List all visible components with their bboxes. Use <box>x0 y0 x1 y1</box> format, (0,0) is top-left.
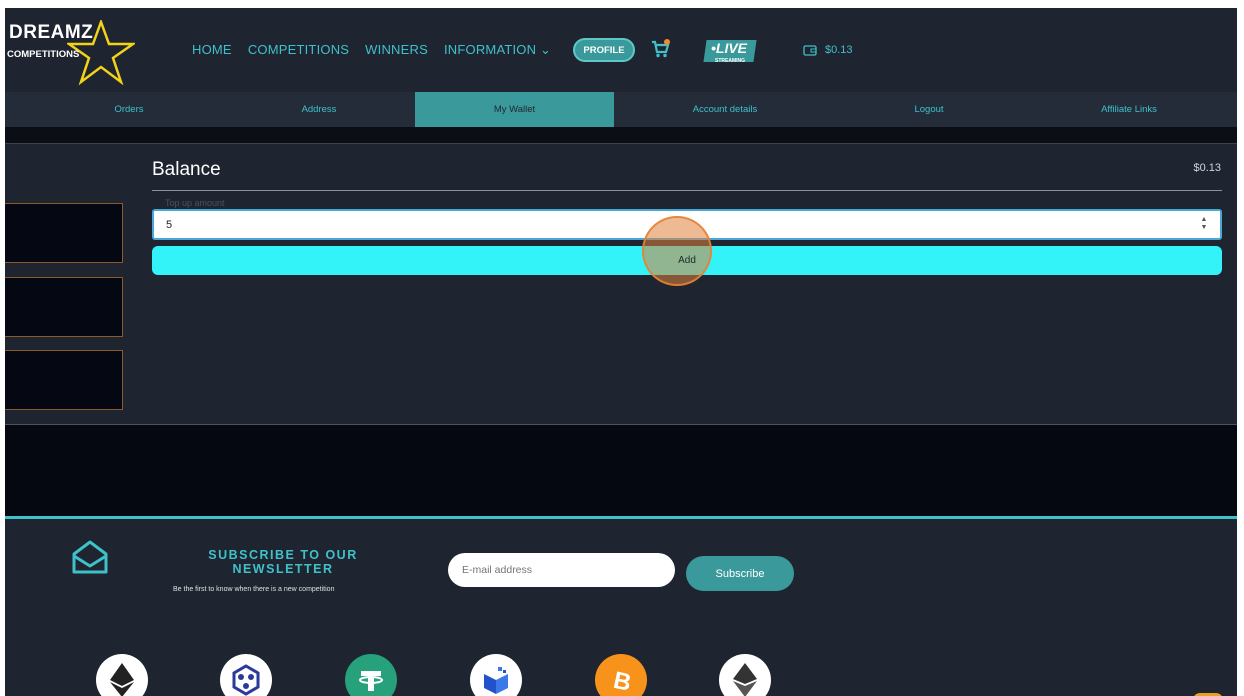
amount-input[interactable] <box>152 209 1222 240</box>
divider <box>5 143 1237 144</box>
tab-my-wallet[interactable]: My Wallet <box>415 92 614 127</box>
balance-divider <box>152 190 1222 191</box>
site-header: DREAMZ COMPETITIONS HOME COMPETITIONS WI… <box>5 8 1237 92</box>
balance-value: $0.13 <box>1193 162 1221 174</box>
email-input[interactable] <box>448 553 675 587</box>
account-tabs: Orders Address My Wallet Account details… <box>5 92 1237 127</box>
add-button-label[interactable]: Add <box>152 246 1222 275</box>
nav-winners[interactable]: WINNERS <box>365 42 428 58</box>
tab-affiliate-links[interactable]: Affiliate Links <box>1031 92 1227 127</box>
side-panel-box[interactable] <box>5 350 123 410</box>
wallet-balance[interactable]: $0.13 <box>825 44 853 56</box>
logo-line1: DREAMZ <box>9 22 94 43</box>
page-frame: DREAMZ COMPETITIONS HOME COMPETITIONS WI… <box>5 8 1237 696</box>
nav-information[interactable]: INFORMATION ⌄ <box>444 42 551 58</box>
wallet-icon[interactable] <box>803 44 817 56</box>
envelope-icon <box>72 540 108 574</box>
main-nav: HOME COMPETITIONS WINNERS INFORMATION ⌄ <box>192 42 551 58</box>
blue-coin-icon <box>470 654 522 696</box>
amount-label: Top up amount <box>165 198 225 208</box>
live-title: •LIVE <box>711 40 748 56</box>
nav-home[interactable]: HOME <box>192 42 232 58</box>
balance-title: Balance <box>152 159 221 180</box>
newsletter-title: SUBSCRIBE TO OUR NEWSLETTER <box>208 548 358 576</box>
live-subtitle: STREAMING <box>715 58 745 64</box>
newsletter-text: Be the first to know when there is a new… <box>173 586 335 593</box>
window-edge <box>1237 8 1244 696</box>
tab-orders[interactable]: Orders <box>31 92 227 127</box>
tab-account-details[interactable]: Account details <box>625 92 825 127</box>
profile-button[interactable]: PROFILE <box>573 38 635 62</box>
live-streaming-badge[interactable]: •LIVE STREAMING <box>703 34 759 68</box>
side-panel-box[interactable] <box>5 203 123 263</box>
amount-stepper[interactable]: ▲ ▼ <box>1199 216 1209 234</box>
footer-accent-rule <box>5 516 1237 519</box>
tabs-underbar <box>5 127 1237 144</box>
subscribe-button[interactable]: Subscribe <box>686 556 794 591</box>
network-coin-icon <box>220 654 272 696</box>
ethereum-icon <box>96 654 148 696</box>
tether-icon <box>345 654 397 696</box>
tab-logout[interactable]: Logout <box>831 92 1027 127</box>
logo-line2: COMPETITIONS <box>7 49 80 60</box>
svg-text:B: B <box>611 667 634 695</box>
tab-address[interactable]: Address <box>221 92 417 127</box>
bitcoin-icon: B <box>595 654 647 696</box>
nav-competitions[interactable]: COMPETITIONS <box>248 42 349 58</box>
footer-band <box>5 425 1237 516</box>
site-logo[interactable]: DREAMZ COMPETITIONS <box>7 20 137 86</box>
cart-icon[interactable] <box>651 39 671 64</box>
side-panel-box[interactable] <box>5 277 123 337</box>
ethereum-classic-icon <box>719 654 771 696</box>
